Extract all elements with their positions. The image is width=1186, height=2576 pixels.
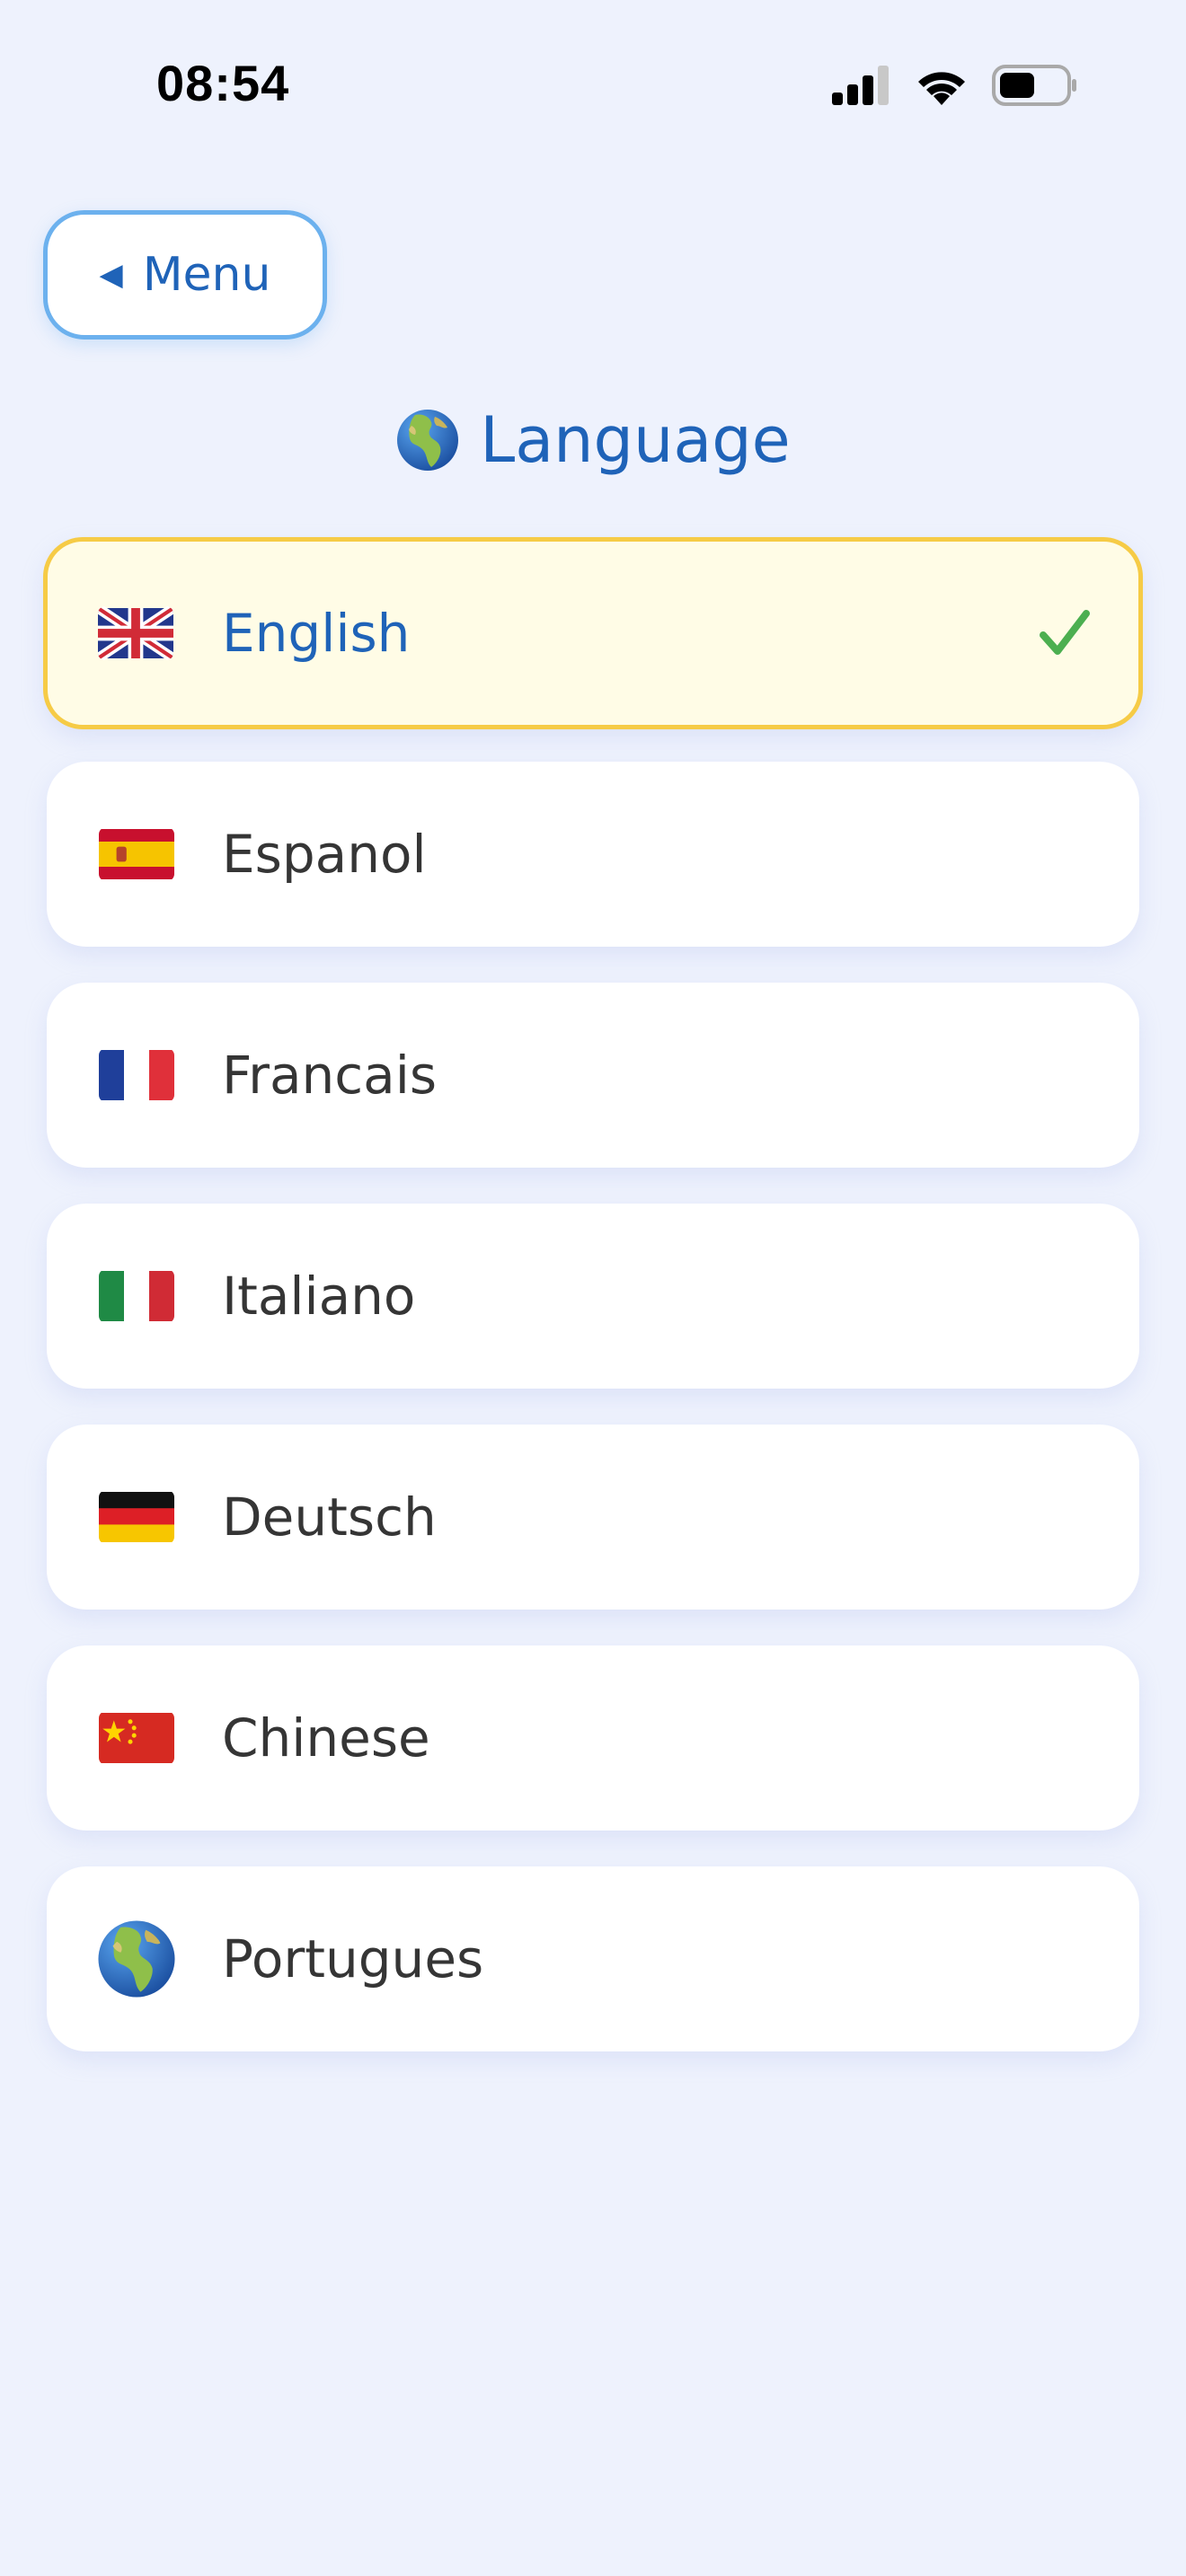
back-arrow-icon: ◀ (99, 257, 123, 293)
language-label: Italiano (222, 1266, 416, 1327)
menu-button-label: Menu (142, 248, 271, 302)
cellular-signal-icon (832, 66, 889, 105)
italy-flag-icon (99, 1271, 174, 1321)
language-label: Portugues (222, 1928, 484, 1989)
language-label: Chinese (222, 1707, 430, 1769)
france-flag-icon (99, 1050, 174, 1100)
page-title: Language (480, 403, 791, 477)
wifi-icon (918, 72, 965, 105)
language-option-deutsch[interactable]: Deutsch (47, 1425, 1139, 1610)
spain-flag-icon (99, 829, 174, 879)
language-option-portugues[interactable]: Portugues (47, 1866, 1139, 2051)
language-option-espanol[interactable]: Espanol (47, 762, 1139, 947)
globe-icon (397, 410, 459, 471)
battery-icon (992, 65, 1076, 106)
language-label: Espanol (222, 824, 427, 885)
status-icons (832, 63, 1078, 108)
page-title-row: Language (0, 395, 1186, 485)
globe-icon (98, 1920, 175, 1998)
menu-back-button[interactable]: ◀ Menu (43, 210, 327, 340)
language-option-italiano[interactable]: Italiano (47, 1204, 1139, 1389)
language-list: English Espanol Francais Italiano Deutsc… (43, 537, 1143, 2087)
language-option-english[interactable]: English (43, 537, 1143, 729)
status-time: 08:54 (156, 55, 290, 111)
language-option-francais[interactable]: Francais (47, 983, 1139, 1168)
language-label: Deutsch (222, 1486, 437, 1548)
language-label: Francais (222, 1045, 438, 1106)
china-flag-icon (99, 1713, 174, 1763)
germany-flag-icon (99, 1492, 174, 1542)
language-option-chinese[interactable]: Chinese (47, 1645, 1139, 1831)
language-label: English (222, 603, 411, 664)
checkmark-icon (1040, 610, 1090, 655)
uk-flag-icon (98, 606, 173, 660)
